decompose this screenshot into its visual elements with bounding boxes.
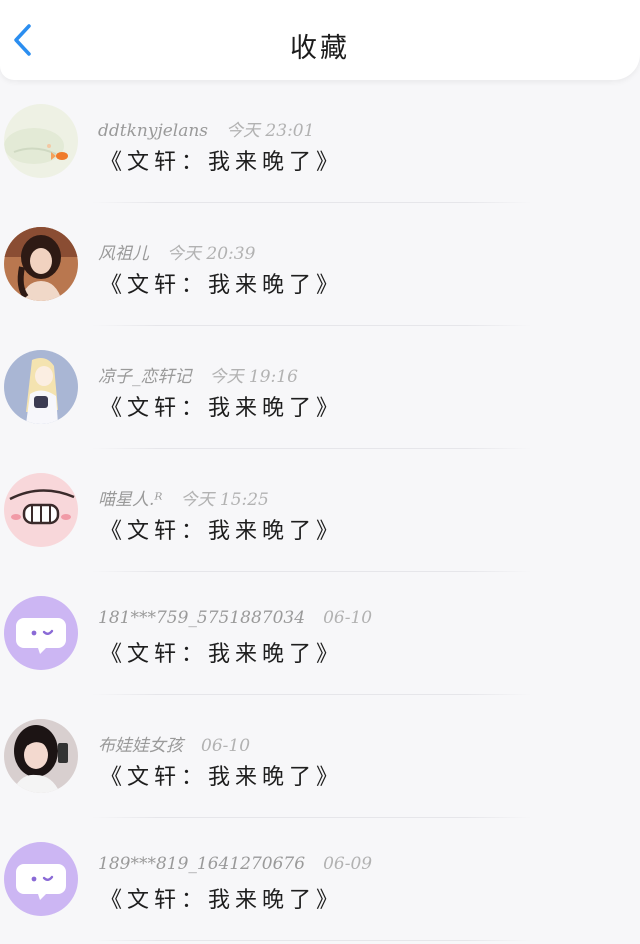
- list-item[interactable]: 181***759_5751887034 06-10 《文轩：我来晚了》: [0, 572, 640, 695]
- item-meta: 181***759_5751887034 06-10: [98, 608, 372, 628]
- avatar-default-chat[interactable]: [4, 842, 78, 916]
- list-item[interactable]: ddtknyjelans 今天 23:01 《文轩：我来晚了》: [0, 80, 640, 203]
- top-bar: 收藏: [0, 0, 640, 80]
- item-meta: ddtknyjelans 今天 23:01: [98, 116, 314, 141]
- item-content[interactable]: 《文轩：我来晚了》: [100, 267, 343, 299]
- timestamp: 06-10: [323, 608, 373, 628]
- timestamp: 今天 23:01: [226, 121, 315, 141]
- item-content[interactable]: 《文轩：我来晚了》: [100, 144, 343, 176]
- list-item[interactable]: 风祖儿 今天 20:39 《文轩：我来晚了》: [0, 203, 640, 326]
- username[interactable]: ddtknyjelans: [98, 121, 208, 141]
- list-item[interactable]: 布娃娃女孩 06-10 《文轩：我来晚了》: [0, 695, 640, 818]
- item-content[interactable]: 《文轩：我来晚了》: [100, 636, 343, 668]
- username[interactable]: 189***819_1641270676: [98, 854, 305, 874]
- timestamp: 06-09: [323, 854, 373, 874]
- list-item[interactable]: 凉子_恋轩记 今天 19:16 《文轩：我来晚了》: [0, 326, 640, 449]
- username[interactable]: 布娃娃女孩: [98, 736, 183, 756]
- item-meta: 凉子_恋轩记 今天 19:16: [98, 362, 298, 387]
- timestamp: 今天 15:25: [180, 490, 269, 510]
- timestamp: 今天 19:16: [209, 367, 298, 387]
- avatar-girl-photo[interactable]: [4, 227, 78, 301]
- item-content[interactable]: 《文轩：我来晚了》: [100, 759, 343, 791]
- avatar-pink-smile[interactable]: [4, 473, 78, 547]
- username[interactable]: 181***759_5751887034: [98, 608, 305, 628]
- list-item[interactable]: 喵星人.ᴿ 今天 15:25 《文轩：我来晚了》: [0, 449, 640, 572]
- avatar-default-chat[interactable]: [4, 596, 78, 670]
- list-item[interactable]: 189***819_1641270676 06-09 《文轩：我来晚了》: [0, 818, 640, 941]
- avatar-fish-painting[interactable]: [4, 104, 78, 178]
- item-content[interactable]: 《文轩：我来晚了》: [100, 390, 343, 422]
- avatar-girl-selfie[interactable]: [4, 719, 78, 793]
- timestamp: 今天 20:39: [167, 244, 256, 264]
- username[interactable]: 风祖儿: [98, 244, 149, 264]
- avatar-anime-girl[interactable]: [4, 350, 78, 424]
- username[interactable]: 喵星人.ᴿ: [98, 490, 162, 510]
- item-meta: 189***819_1641270676 06-09: [98, 854, 372, 874]
- timestamp: 06-10: [201, 736, 251, 756]
- item-content[interactable]: 《文轩：我来晚了》: [100, 513, 343, 545]
- item-meta: 风祖儿 今天 20:39: [98, 239, 255, 264]
- item-content[interactable]: 《文轩：我来晚了》: [100, 882, 343, 914]
- page-title: 收藏: [290, 33, 350, 64]
- favorites-list: ddtknyjelans 今天 23:01 《文轩：我来晚了》 风祖儿 今天 20:…: [0, 80, 640, 941]
- item-meta: 喵星人.ᴿ 今天 15:25: [98, 485, 269, 510]
- divider: [92, 940, 532, 941]
- username[interactable]: 凉子_恋轩记: [98, 367, 192, 387]
- item-meta: 布娃娃女孩 06-10: [98, 731, 250, 756]
